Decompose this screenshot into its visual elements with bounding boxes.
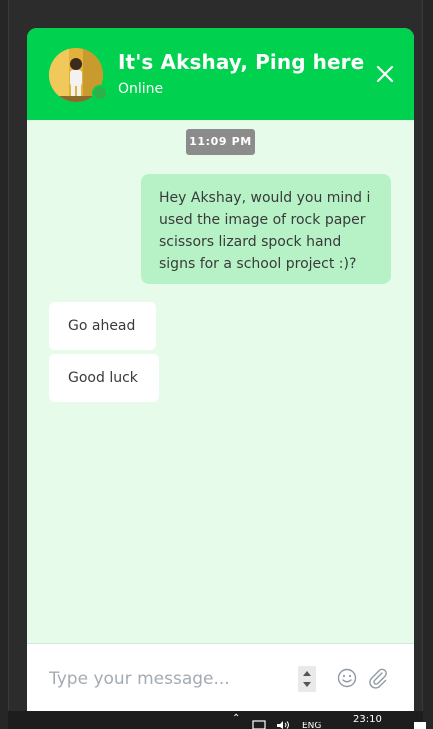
message-line: used the image of rock paper: [159, 212, 366, 228]
chat-title: It's Akshay, Ping here: [118, 50, 365, 74]
smiley-icon[interactable]: [337, 668, 357, 688]
message-list[interactable]: 11:09 PM Hey Akshay, would you mind i us…: [27, 120, 414, 643]
language-indicator[interactable]: ENG: [302, 722, 321, 729]
message-timestamp: 11:09 PM: [186, 129, 255, 155]
network-icon[interactable]: [252, 720, 266, 729]
speaker-icon[interactable]: [276, 721, 292, 729]
notification-icon[interactable]: [414, 722, 426, 729]
window-edge-right: [422, 0, 433, 729]
online-status-dot: [92, 85, 108, 101]
chevron-up-icon[interactable]: ⌃: [232, 714, 240, 724]
message-line: scissors lizard spock hand: [159, 234, 342, 250]
chat-status: Online: [118, 81, 164, 97]
close-icon[interactable]: [373, 62, 397, 86]
paperclip-icon[interactable]: [367, 667, 389, 689]
taskbar-clock[interactable]: 23:10: [353, 714, 382, 726]
message-composer: [27, 643, 414, 711]
message-input[interactable]: [49, 664, 289, 694]
incoming-message: Go ahead: [49, 302, 156, 350]
incoming-message: Good luck: [49, 354, 159, 402]
scroll-stepper[interactable]: [298, 666, 316, 692]
outgoing-message: Hey Akshay, would you mind i used the im…: [141, 174, 391, 284]
chat-widget: It's Akshay, Ping here Online 11:09 PM H…: [27, 28, 414, 711]
chat-header: It's Akshay, Ping here Online: [27, 28, 414, 120]
message-line: signs for a school project :)?: [159, 256, 357, 272]
window-edge-left: [0, 0, 9, 729]
message-line: Hey Akshay, would you mind i: [159, 190, 371, 206]
